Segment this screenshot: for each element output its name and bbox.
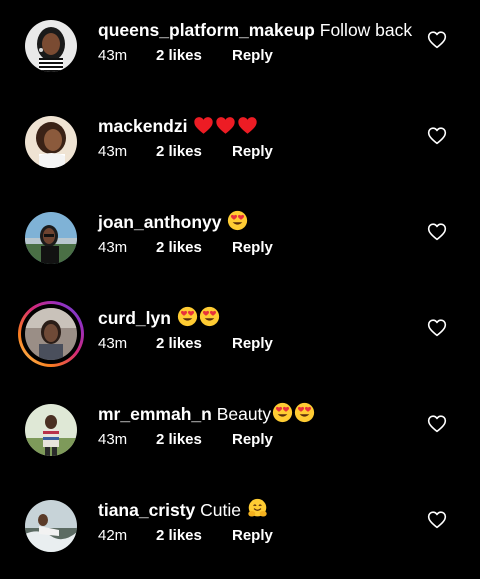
likes-count[interactable]: 2 likes [156, 143, 232, 161]
heart-eyes-emoji [273, 402, 293, 423]
avatar-image [25, 308, 77, 360]
heart-outline-icon[interactable] [427, 126, 447, 145]
emoji-group [246, 498, 268, 520]
username[interactable]: mackendzi [98, 116, 187, 136]
avatar[interactable] [23, 402, 79, 458]
timestamp: 43m [98, 335, 128, 352]
heart-outline-icon[interactable] [427, 222, 447, 241]
emoji-group [176, 306, 220, 328]
username[interactable]: curd_lyn [98, 308, 171, 328]
comment-text: mr_emmah_n Beauty [98, 402, 315, 426]
reply-button[interactable]: Reply [232, 527, 273, 544]
timestamp: 43m [98, 431, 128, 448]
reply-button[interactable]: Reply [232, 431, 273, 448]
red-heart-emoji [238, 117, 258, 134]
username[interactable]: joan_anthonyy [98, 212, 222, 232]
avatar[interactable] [23, 498, 79, 554]
emoji-group [192, 116, 258, 136]
heart-outline-icon[interactable] [427, 414, 447, 433]
likes-count[interactable]: 2 likes [156, 431, 232, 449]
avatar[interactable] [23, 114, 79, 170]
comment-meta: 43m 2 likes Reply [98, 143, 273, 161]
avatar-image [25, 212, 77, 264]
avatar-image [25, 116, 77, 168]
timestamp: 43m [98, 47, 128, 64]
timestamp: 43m [98, 239, 128, 256]
comment-meta: 43m 2 likes Reply [98, 431, 273, 449]
heart-outline-icon[interactable] [427, 30, 447, 49]
heart-eyes-emoji [199, 306, 219, 327]
avatar[interactable] [23, 210, 79, 266]
comment-item: queens_platform_makeup Follow back 43m 2 … [0, 18, 480, 114]
heart-outline-icon[interactable] [427, 510, 447, 529]
timestamp: 42m [98, 527, 128, 544]
comment-meta: 43m 2 likes Reply [98, 47, 273, 65]
reply-button[interactable]: Reply [232, 143, 273, 160]
red-heart-emoji [194, 117, 214, 134]
comment-item: joan_anthonyy 43m 2 likes Reply [0, 210, 480, 306]
red-heart-emoji [216, 117, 236, 134]
comment-item: mr_emmah_n Beauty 43m 2 likes Reply [0, 402, 480, 498]
emoji-group [226, 210, 248, 232]
reply-button[interactable]: Reply [232, 47, 273, 64]
comment-item: tiana_cristy Cutie 42m 2 likes Reply [0, 498, 480, 579]
comment-item: mackendzi 43m 2 likes Reply [0, 114, 480, 210]
comment-body: Beauty [216, 404, 272, 424]
heart-eyes-emoji [228, 210, 248, 231]
comment-item: curd_lyn 43m 2 likes Reply [0, 301, 480, 402]
username[interactable]: mr_emmah_n [98, 404, 212, 424]
hugging-face-emoji [248, 498, 267, 517]
comment-text: joan_anthonyy [98, 210, 248, 234]
avatar[interactable] [23, 18, 79, 74]
comment-text: tiana_cristy Cutie [98, 498, 268, 522]
reply-button[interactable]: Reply [232, 239, 273, 256]
avatar-image [25, 404, 77, 456]
comment-text: curd_lyn [98, 306, 220, 330]
comment-body: Follow back [319, 20, 413, 40]
comment-text: mackendzi [98, 114, 258, 138]
comment-text: queens_platform_makeup Follow back [98, 18, 412, 42]
heart-outline-icon[interactable] [427, 318, 447, 337]
likes-count[interactable]: 2 likes [156, 335, 232, 353]
comment-body: Cutie [200, 500, 242, 520]
avatar-image [25, 20, 77, 72]
emoji-group [271, 402, 315, 424]
timestamp: 43m [98, 143, 128, 160]
comment-meta: 42m 2 likes Reply [98, 527, 273, 545]
heart-eyes-emoji [177, 306, 197, 327]
likes-count[interactable]: 2 likes [156, 47, 232, 65]
avatar-image [25, 500, 77, 552]
username[interactable]: queens_platform_makeup [98, 20, 315, 40]
heart-eyes-emoji [295, 402, 315, 423]
reply-button[interactable]: Reply [232, 335, 273, 352]
likes-count[interactable]: 2 likes [156, 527, 232, 545]
comment-meta: 43m 2 likes Reply [98, 239, 273, 257]
comment-meta: 43m 2 likes Reply [98, 335, 273, 353]
username[interactable]: tiana_cristy [98, 500, 195, 520]
avatar-story-ring[interactable] [18, 301, 84, 367]
likes-count[interactable]: 2 likes [156, 239, 232, 257]
